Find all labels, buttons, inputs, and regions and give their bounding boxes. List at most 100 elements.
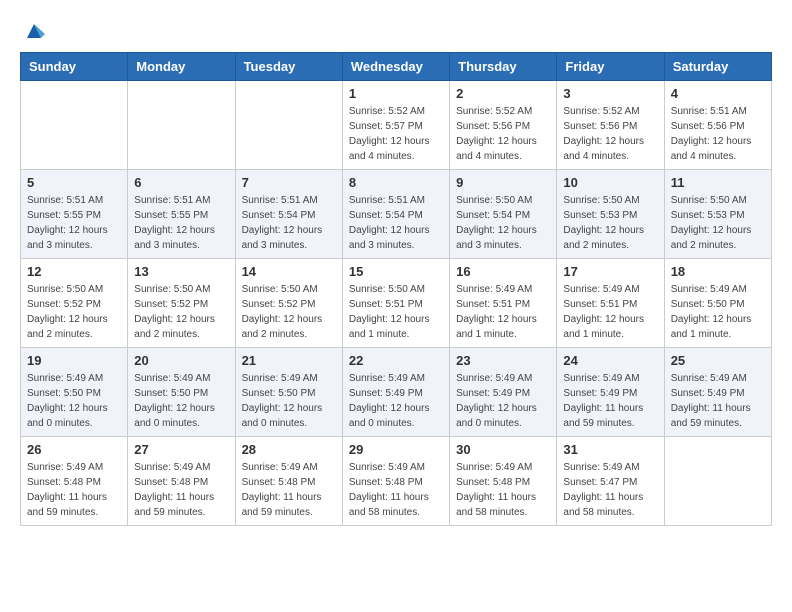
calendar-cell: 10 Sunrise: 5:50 AMSunset: 5:53 PMDayligh…: [557, 170, 664, 259]
day-info: Sunrise: 5:50 AMSunset: 5:53 PMDaylight:…: [671, 193, 765, 253]
calendar-week-row: 19Sunrise: 5:49 AMSunset: 5:50 PMDayligh…: [21, 348, 772, 437]
day-number: 22: [349, 353, 443, 368]
calendar-cell: 26 Sunrise: 5:49 AMSunset: 5:48 PMDayligh…: [21, 437, 128, 526]
day-number: 5: [27, 175, 121, 190]
day-number: 24: [563, 353, 657, 368]
calendar-cell: 1 Sunrise: 5:52 AMSunset: 5:57 PMDaylight…: [342, 81, 449, 170]
day-number: 26: [27, 442, 121, 457]
calendar-cell: 5 Sunrise: 5:51 AMSunset: 5:55 PMDaylight…: [21, 170, 128, 259]
day-info: Sunrise: 5:49 AMSunset: 5:49 PMDaylight:…: [456, 371, 550, 431]
calendar-cell: 6Sunrise: 5:51 AMSunset: 5:55 PMDaylight…: [128, 170, 235, 259]
day-info: Sunrise: 5:49 AMSunset: 5:48 PMDaylight:…: [456, 460, 550, 520]
calendar-cell: 28 Sunrise: 5:49 AMSunset: 5:48 PMDayligh…: [235, 437, 342, 526]
day-number: 11: [671, 175, 765, 190]
day-number: 10: [563, 175, 657, 190]
calendar-cell: 12Sunrise: 5:50 AMSunset: 5:52 PMDayligh…: [21, 259, 128, 348]
calendar-cell: [128, 81, 235, 170]
calendar-cell: 31Sunrise: 5:49 AMSunset: 5:47 PMDayligh…: [557, 437, 664, 526]
logo-icon: [23, 20, 45, 42]
day-number: 9: [456, 175, 550, 190]
day-info: Sunrise: 5:49 AMSunset: 5:48 PMDaylight:…: [242, 460, 336, 520]
calendar-cell: [21, 81, 128, 170]
day-number: 2: [456, 86, 550, 101]
day-info: Sunrise: 5:50 AMSunset: 5:54 PMDaylight:…: [456, 193, 550, 253]
day-info: Sunrise: 5:49 AMSunset: 5:49 PMDaylight:…: [349, 371, 443, 431]
day-info: Sunrise: 5:49 AMSunset: 5:47 PMDaylight:…: [563, 460, 657, 520]
day-info: Sunrise: 5:50 AMSunset: 5:51 PMDaylight:…: [349, 282, 443, 342]
calendar: SundayMondayTuesdayWednesdayThursdayFrid…: [20, 52, 772, 526]
day-number: 27: [134, 442, 228, 457]
day-number: 14: [242, 264, 336, 279]
day-info: Sunrise: 5:51 AMSunset: 5:55 PMDaylight:…: [27, 193, 121, 253]
day-number: 8: [349, 175, 443, 190]
day-number: 20: [134, 353, 228, 368]
day-number: 21: [242, 353, 336, 368]
calendar-cell: 18 Sunrise: 5:49 AMSunset: 5:50 PMDayligh…: [664, 259, 771, 348]
day-info: Sunrise: 5:49 AMSunset: 5:49 PMDaylight:…: [563, 371, 657, 431]
calendar-cell: 21 Sunrise: 5:49 AMSunset: 5:50 PMDayligh…: [235, 348, 342, 437]
day-number: 18: [671, 264, 765, 279]
day-info: Sunrise: 5:50 AMSunset: 5:52 PMDaylight:…: [27, 282, 121, 342]
day-number: 30: [456, 442, 550, 457]
day-info: Sunrise: 5:49 AMSunset: 5:51 PMDaylight:…: [563, 282, 657, 342]
calendar-cell: 30 Sunrise: 5:49 AMSunset: 5:48 PMDayligh…: [450, 437, 557, 526]
calendar-cell: 24 Sunrise: 5:49 AMSunset: 5:49 PMDayligh…: [557, 348, 664, 437]
day-info: Sunrise: 5:49 AMSunset: 5:48 PMDaylight:…: [134, 460, 228, 520]
calendar-week-row: 26 Sunrise: 5:49 AMSunset: 5:48 PMDayligh…: [21, 437, 772, 526]
day-info: Sunrise: 5:49 AMSunset: 5:50 PMDaylight:…: [27, 371, 121, 431]
calendar-cell: 11 Sunrise: 5:50 AMSunset: 5:53 PMDayligh…: [664, 170, 771, 259]
calendar-cell: 22 Sunrise: 5:49 AMSunset: 5:49 PMDayligh…: [342, 348, 449, 437]
column-header-wednesday: Wednesday: [342, 53, 449, 81]
day-number: 23: [456, 353, 550, 368]
day-number: 1: [349, 86, 443, 101]
calendar-cell: 29 Sunrise: 5:49 AMSunset: 5:48 PMDayligh…: [342, 437, 449, 526]
day-number: 3: [563, 86, 657, 101]
calendar-cell: 27 Sunrise: 5:49 AMSunset: 5:48 PMDayligh…: [128, 437, 235, 526]
calendar-cell: 9 Sunrise: 5:50 AMSunset: 5:54 PMDaylight…: [450, 170, 557, 259]
calendar-cell: [664, 437, 771, 526]
calendar-cell: 4 Sunrise: 5:51 AMSunset: 5:56 PMDaylight…: [664, 81, 771, 170]
day-info: Sunrise: 5:49 AMSunset: 5:50 PMDaylight:…: [134, 371, 228, 431]
calendar-cell: 16Sunrise: 5:49 AMSunset: 5:51 PMDayligh…: [450, 259, 557, 348]
day-number: 13: [134, 264, 228, 279]
day-number: 6: [134, 175, 228, 190]
column-header-friday: Friday: [557, 53, 664, 81]
calendar-cell: 14Sunrise: 5:50 AMSunset: 5:52 PMDayligh…: [235, 259, 342, 348]
day-number: 28: [242, 442, 336, 457]
logo: [20, 20, 45, 42]
day-number: 29: [349, 442, 443, 457]
column-header-tuesday: Tuesday: [235, 53, 342, 81]
calendar-cell: 8 Sunrise: 5:51 AMSunset: 5:54 PMDaylight…: [342, 170, 449, 259]
calendar-cell: 20 Sunrise: 5:49 AMSunset: 5:50 PMDayligh…: [128, 348, 235, 437]
calendar-cell: 7 Sunrise: 5:51 AMSunset: 5:54 PMDaylight…: [235, 170, 342, 259]
day-number: 15: [349, 264, 443, 279]
day-number: 25: [671, 353, 765, 368]
day-info: Sunrise: 5:49 AMSunset: 5:48 PMDaylight:…: [27, 460, 121, 520]
logo-blue-text: [20, 20, 45, 42]
day-number: 4: [671, 86, 765, 101]
day-info: Sunrise: 5:49 AMSunset: 5:49 PMDaylight:…: [671, 371, 765, 431]
day-info: Sunrise: 5:51 AMSunset: 5:54 PMDaylight:…: [242, 193, 336, 253]
day-number: 17: [563, 264, 657, 279]
day-info: Sunrise: 5:51 AMSunset: 5:54 PMDaylight:…: [349, 193, 443, 253]
calendar-week-row: 1 Sunrise: 5:52 AMSunset: 5:57 PMDaylight…: [21, 81, 772, 170]
calendar-cell: 19Sunrise: 5:49 AMSunset: 5:50 PMDayligh…: [21, 348, 128, 437]
day-info: Sunrise: 5:49 AMSunset: 5:50 PMDaylight:…: [671, 282, 765, 342]
day-info: Sunrise: 5:50 AMSunset: 5:52 PMDaylight:…: [134, 282, 228, 342]
header: [20, 20, 772, 42]
day-number: 7: [242, 175, 336, 190]
calendar-week-row: 12Sunrise: 5:50 AMSunset: 5:52 PMDayligh…: [21, 259, 772, 348]
calendar-cell: 25 Sunrise: 5:49 AMSunset: 5:49 PMDayligh…: [664, 348, 771, 437]
calendar-header-row: SundayMondayTuesdayWednesdayThursdayFrid…: [21, 53, 772, 81]
day-info: Sunrise: 5:49 AMSunset: 5:50 PMDaylight:…: [242, 371, 336, 431]
column-header-thursday: Thursday: [450, 53, 557, 81]
day-info: Sunrise: 5:52 AMSunset: 5:56 PMDaylight:…: [563, 104, 657, 164]
day-info: Sunrise: 5:49 AMSunset: 5:51 PMDaylight:…: [456, 282, 550, 342]
day-info: Sunrise: 5:52 AMSunset: 5:57 PMDaylight:…: [349, 104, 443, 164]
calendar-cell: 15 Sunrise: 5:50 AMSunset: 5:51 PMDayligh…: [342, 259, 449, 348]
day-info: Sunrise: 5:49 AMSunset: 5:48 PMDaylight:…: [349, 460, 443, 520]
calendar-cell: 3 Sunrise: 5:52 AMSunset: 5:56 PMDaylight…: [557, 81, 664, 170]
day-info: Sunrise: 5:50 AMSunset: 5:53 PMDaylight:…: [563, 193, 657, 253]
calendar-cell: [235, 81, 342, 170]
day-info: Sunrise: 5:51 AMSunset: 5:56 PMDaylight:…: [671, 104, 765, 164]
